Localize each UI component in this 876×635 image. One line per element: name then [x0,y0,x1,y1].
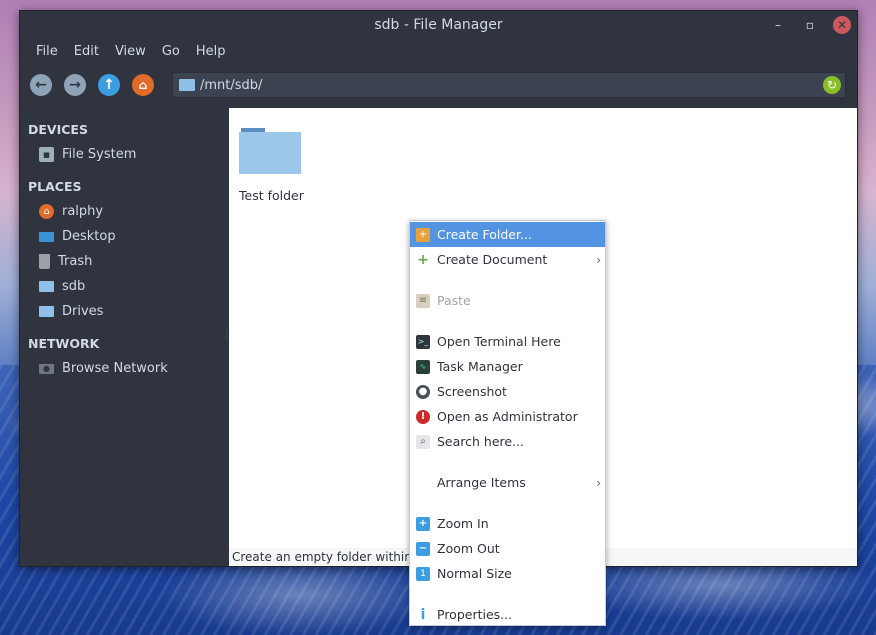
sidebar-item-label: Drives [62,304,104,319]
menu-item-task-manager[interactable]: ∿ Task Manager [410,354,605,379]
folder-icon [179,79,195,91]
menu-item-label: Normal Size [437,566,512,581]
menu-item-label: Screenshot [437,384,507,399]
menu-item-normal-size[interactable]: 1 Normal Size [410,561,605,586]
file-item[interactable]: Test folder [239,128,304,203]
trash-icon [39,254,50,269]
minimize-icon[interactable]: – [769,16,787,34]
window-title: sdb - File Manager [374,17,503,33]
menu-separator [410,272,605,288]
menu-separator [410,586,605,602]
menu-item-create-folder[interactable]: + Create Folder... [410,222,605,247]
drive-icon: ▪ [39,147,54,162]
screenshot-icon: ● [416,384,430,399]
menu-item-label: Search here... [437,434,525,449]
menu-item-label: Zoom In [437,516,489,531]
new-folder-icon: + [416,227,430,242]
sidebar-item-label: File System [62,147,137,162]
home-icon: ⌂ [39,204,54,219]
menu-file[interactable]: File [28,44,66,59]
menu-item-zoom-in[interactable]: + Zoom In [410,511,605,536]
menu-item-screenshot[interactable]: ● Screenshot [410,379,605,404]
menubar: File Edit View Go Help [20,39,857,63]
drives-icon [39,306,54,317]
folder-icon [239,128,301,174]
menu-item-label: Create Folder... [437,227,532,242]
properties-icon: ⅰ [420,606,426,623]
menu-view[interactable]: View [107,44,154,59]
sidebar-item-browse-network[interactable]: ● Browse Network [20,356,229,381]
menu-item-zoom-out[interactable]: − Zoom Out [410,536,605,561]
context-menu: + Create Folder... + Create Document › ≡… [409,220,606,626]
search-icon: ⌕ [416,434,430,449]
menu-separator [410,313,605,329]
sidebar-item-sdb[interactable]: sdb [20,274,229,299]
task-manager-icon: ∿ [416,359,430,374]
zoom-out-icon: − [416,541,430,556]
location-bar[interactable]: /mnt/sdb/ ↻ [172,72,846,98]
location-path: /mnt/sdb/ [200,77,263,93]
menu-item-paste: ≡ Paste [410,288,605,313]
sidebar-item-label: Browse Network [62,361,168,376]
menu-item-label: Open as Administrator [437,409,578,424]
forward-icon[interactable]: → [64,74,86,96]
sidebar: DEVICES ▪ File System PLACES ⌂ ralphy De… [20,108,231,566]
sidebar-item-label: sdb [62,279,86,294]
menu-item-open-as-admin[interactable]: ! Open as Administrator [410,404,605,429]
chevron-right-icon: › [596,475,601,490]
menu-item-label: Properties... [437,607,513,622]
normal-size-icon: 1 [416,566,430,581]
maximize-icon[interactable]: ▫ [801,16,819,34]
menu-item-create-document[interactable]: + Create Document › [410,247,605,272]
close-icon[interactable]: ✕ [833,16,851,34]
paste-icon: ≡ [416,293,430,308]
menu-item-label: Create Document [437,252,548,267]
menu-separator [410,495,605,511]
sidebar-item-trash[interactable]: Trash [20,249,229,274]
menu-item-label: Arrange Items [437,475,526,490]
menu-item-search-here[interactable]: ⌕ Search here... [410,429,605,454]
sidebar-heading-devices: DEVICES [28,122,88,137]
menu-item-label: Task Manager [437,359,523,374]
menu-item-arrange-items[interactable]: Arrange Items › [410,470,605,495]
zoom-in-icon: + [416,516,430,531]
menu-item-label: Paste [437,293,471,308]
back-icon[interactable]: ← [30,74,52,96]
window-controls: – ▫ ✕ [769,16,851,34]
folder-icon [39,281,54,292]
admin-icon: ! [416,409,430,424]
desktop-icon [39,231,54,242]
menu-item-properties[interactable]: ⅰ Properties... [410,602,605,627]
sidebar-item-label: Trash [58,254,93,269]
plus-icon: + [417,251,429,268]
chevron-right-icon: › [596,252,601,267]
reload-icon[interactable]: ↻ [823,76,841,94]
sidebar-item-desktop[interactable]: Desktop [20,224,229,249]
file-item-label: Test folder [239,188,304,203]
sidebar-item-label: ralphy [62,204,104,219]
sidebar-item-file-system[interactable]: ▪ File System [20,142,229,167]
window-titlebar[interactable]: sdb - File Manager – ▫ ✕ [20,11,857,39]
toolbar: ← → ↑ ⌂ /mnt/sdb/ ↻ [20,63,857,107]
menu-item-label: Open Terminal Here [437,334,561,349]
status-text: Create an empty folder within t [232,550,421,564]
sidebar-heading-places: PLACES [28,179,82,194]
menu-edit[interactable]: Edit [66,44,107,59]
up-icon[interactable]: ↑ [98,74,120,96]
menu-item-open-terminal[interactable]: >_ Open Terminal Here [410,329,605,354]
sidebar-item-drives[interactable]: Drives [20,299,229,324]
home-icon[interactable]: ⌂ [132,74,154,96]
sidebar-heading-network: NETWORK [28,336,100,351]
network-icon: ● [39,363,54,374]
sidebar-item-label: Desktop [62,229,116,244]
menu-go[interactable]: Go [154,44,188,59]
terminal-icon: >_ [416,334,430,349]
sidebar-item-ralphy[interactable]: ⌂ ralphy [20,199,229,224]
menu-help[interactable]: Help [188,44,234,59]
menu-separator [410,454,605,470]
menu-item-label: Zoom Out [437,541,500,556]
